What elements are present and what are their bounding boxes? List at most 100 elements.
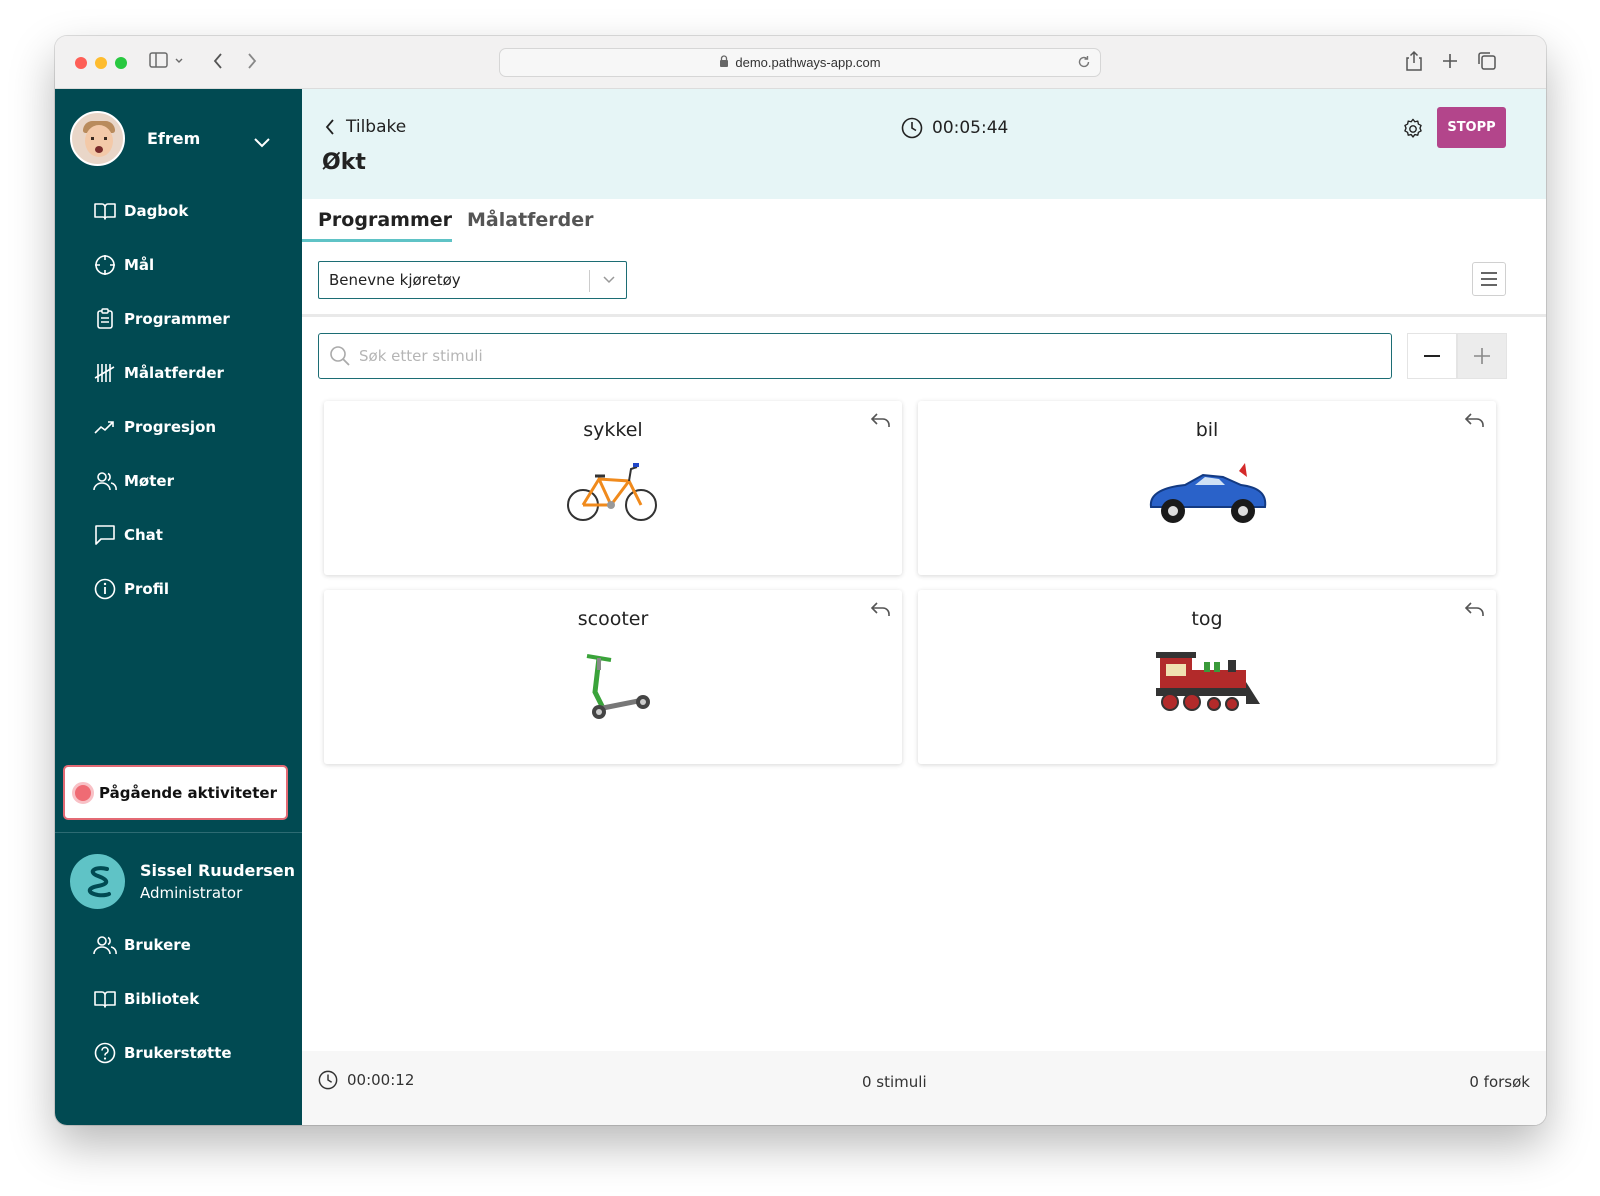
user-name: Efrem xyxy=(147,129,201,148)
session-timer-value: 00:05:44 xyxy=(932,118,1009,138)
address-bar[interactable]: demo.pathways-app.com xyxy=(499,48,1101,77)
sidebar-admin-nav: Brukere Bibliotek Brukerstøtte xyxy=(93,918,232,1080)
sidebar-item-brukere[interactable]: Brukere xyxy=(93,918,232,972)
tab-bar: Programmer Målatferder xyxy=(302,199,1546,243)
sidebar-item-label: Dagbok xyxy=(124,202,189,220)
tally-icon xyxy=(93,361,117,385)
sidebar: Efrem Dagbok Mål Programmer Målatferder … xyxy=(55,89,302,1125)
chevron-left-icon xyxy=(325,119,334,135)
stimuli-search[interactable] xyxy=(318,333,1392,379)
pathways-logo-icon xyxy=(70,854,125,909)
new-tab-icon[interactable] xyxy=(1441,50,1459,76)
search-input[interactable] xyxy=(359,347,1359,365)
share-icon[interactable] xyxy=(1405,50,1423,76)
sidebar-nav: Dagbok Mål Programmer Målatferder Progre… xyxy=(93,184,230,616)
admin-role: Administrator xyxy=(140,884,243,902)
stimulus-label: bil xyxy=(1195,419,1219,441)
stimulus-card-scooter[interactable]: scooter xyxy=(324,590,902,764)
chevron-down-icon[interactable] xyxy=(253,133,271,152)
clock-icon xyxy=(901,117,923,139)
ongoing-activities-label: Pågående aktiviteter xyxy=(99,783,277,802)
browser-toolbar: demo.pathways-app.com xyxy=(55,36,1546,89)
minimize-window-button[interactable] xyxy=(95,57,107,69)
sidebar-item-bibliotek[interactable]: Bibliotek xyxy=(93,972,232,1026)
avatar xyxy=(70,111,125,166)
admin-name: Sissel Ruudersen xyxy=(140,861,296,880)
reload-icon[interactable] xyxy=(1076,54,1092,73)
forward-nav-icon[interactable] xyxy=(245,50,259,76)
active-tab-indicator xyxy=(302,239,452,242)
recording-dot-icon xyxy=(72,781,94,804)
undo-icon[interactable] xyxy=(1464,600,1486,622)
book-icon xyxy=(93,199,117,223)
sidebar-item-programmer[interactable]: Programmer xyxy=(93,292,230,346)
back-nav-icon[interactable] xyxy=(211,50,225,76)
minus-icon xyxy=(1424,355,1440,357)
stimulus-label: scooter xyxy=(577,608,649,630)
ongoing-activities-button[interactable]: Pågående aktiviteter xyxy=(63,765,288,820)
attempts-count: 0 forsøk xyxy=(1469,1073,1530,1091)
program-select[interactable]: Benevne kjøretøy xyxy=(318,261,627,299)
search-icon xyxy=(330,346,350,366)
increase-button[interactable] xyxy=(1457,333,1507,379)
close-window-button[interactable] xyxy=(75,57,87,69)
tab-malatferder[interactable]: Målatferder xyxy=(467,209,594,231)
stimulus-label: tog xyxy=(1191,608,1223,630)
car-image xyxy=(918,463,1496,527)
chat-icon xyxy=(93,523,117,547)
maximize-window-button[interactable] xyxy=(115,57,127,69)
trend-icon xyxy=(93,415,117,439)
browser-window: demo.pathways-app.com Efrem Dagbok Mål P… xyxy=(55,36,1546,1125)
url-text: demo.pathways-app.com xyxy=(735,55,881,70)
book-icon xyxy=(93,987,117,1011)
lock-icon xyxy=(719,55,729,70)
undo-icon[interactable] xyxy=(870,411,892,433)
sidebar-item-moter[interactable]: Møter xyxy=(93,454,230,508)
sidebar-item-label: Brukere xyxy=(124,936,191,954)
clock-icon xyxy=(318,1070,338,1090)
sidebar-item-profil[interactable]: Profil xyxy=(93,562,230,616)
admin-profile[interactable]: Sissel Ruudersen Administrator xyxy=(70,854,295,909)
sidebar-item-brukerstotte[interactable]: Brukerstøtte xyxy=(93,1026,232,1080)
users-icon xyxy=(93,469,117,493)
sidebar-item-label: Møter xyxy=(124,472,174,490)
back-label: Tilbake xyxy=(346,117,407,137)
footer-timer: 00:00:12 xyxy=(318,1070,414,1090)
stop-button[interactable]: STOPP xyxy=(1437,107,1506,148)
tab-programmer[interactable]: Programmer xyxy=(318,209,452,231)
back-button[interactable]: Tilbake xyxy=(324,117,406,137)
divider xyxy=(55,832,302,833)
footer-timer-value: 00:00:12 xyxy=(347,1071,415,1089)
session-footer: 00:00:12 0 stimuli 0 forsøk xyxy=(302,1051,1546,1125)
sidebar-item-label: Bibliotek xyxy=(124,990,200,1008)
sidebar-item-label: Progresjon xyxy=(124,418,217,436)
hamburger-menu-button[interactable] xyxy=(1472,262,1506,296)
sidebar-item-progresjon[interactable]: Progresjon xyxy=(93,400,230,454)
tab-overview-icon[interactable] xyxy=(1477,50,1497,76)
sidebar-item-malatferder[interactable]: Målatferder xyxy=(93,346,230,400)
gear-icon[interactable] xyxy=(1402,118,1424,144)
decrease-button[interactable] xyxy=(1407,333,1457,379)
stimulus-label: sykkel xyxy=(583,419,643,441)
undo-icon[interactable] xyxy=(1464,411,1486,433)
sidebar-toggle-icon[interactable] xyxy=(149,50,185,76)
train-image xyxy=(918,652,1496,714)
help-icon xyxy=(93,1041,117,1065)
sidebar-item-chat[interactable]: Chat xyxy=(93,508,230,562)
session-header: Tilbake Økt 00:05:44 STOPP xyxy=(302,89,1546,199)
stimulus-card-bil[interactable]: bil xyxy=(918,401,1496,575)
user-switcher[interactable]: Efrem xyxy=(70,111,200,166)
sidebar-item-label: Mål xyxy=(124,256,155,274)
menu-icon xyxy=(1481,272,1497,286)
undo-icon[interactable] xyxy=(870,600,892,622)
stimulus-card-tog[interactable]: tog xyxy=(918,590,1496,764)
stimulus-card-sykkel[interactable]: sykkel xyxy=(324,401,902,575)
session-timer: 00:05:44 xyxy=(901,117,1008,139)
chevron-down-icon xyxy=(602,273,616,291)
sidebar-item-label: Profil xyxy=(124,580,169,598)
sidebar-item-label: Chat xyxy=(124,526,163,544)
sidebar-item-dagbok[interactable]: Dagbok xyxy=(93,184,230,238)
clipboard-icon xyxy=(93,307,117,331)
sidebar-item-mal[interactable]: Mål xyxy=(93,238,230,292)
bicycle-image xyxy=(324,463,902,527)
